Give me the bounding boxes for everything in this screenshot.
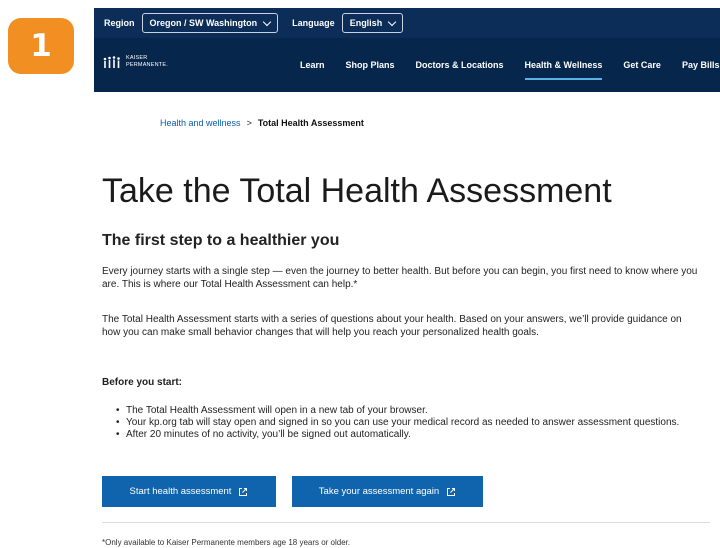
nav-item-shop-plans[interactable]: Shop Plans bbox=[346, 56, 395, 74]
nav-item-learn[interactable]: Learn bbox=[300, 56, 325, 74]
language-label: Language bbox=[292, 18, 335, 28]
breadcrumb-separator: > bbox=[246, 118, 252, 128]
kaiser-permanente-logo[interactable]: KAISER PERMANENTE. bbox=[102, 55, 168, 69]
before-you-start-heading: Before you start: bbox=[102, 377, 183, 388]
external-link-icon bbox=[239, 487, 248, 496]
breadcrumb: Health and wellness > Total Health Asses… bbox=[160, 118, 364, 128]
logo-line-2: PERMANENTE. bbox=[126, 62, 168, 68]
take-assessment-again-button[interactable]: Take your assessment again bbox=[292, 476, 483, 507]
instructions-list: The Total Health Assessment will open in… bbox=[116, 405, 706, 441]
again-button-label: Take your assessment again bbox=[318, 486, 440, 497]
region-select[interactable]: Oregon / SW Washington bbox=[141, 13, 279, 33]
kp-logo-icon bbox=[103, 55, 120, 68]
intro-paragraph: Every journey starts with a single step … bbox=[102, 266, 698, 290]
utility-bar: Region Oregon / SW Washington Language E… bbox=[94, 8, 720, 38]
nav-item-doctors-locations[interactable]: Doctors & Locations bbox=[416, 56, 504, 74]
step-number-badge: 1 bbox=[8, 18, 74, 74]
list-item: After 20 minutes of no activity, you’ll … bbox=[116, 429, 706, 441]
start-button-label: Start health assessment bbox=[129, 486, 232, 497]
eligibility-footnote: *Only available to Kaiser Permanente mem… bbox=[102, 538, 351, 547]
page-title: Take the Total Health Assessment bbox=[102, 172, 612, 210]
nav-items: Learn Shop Plans Doctors & Locations Hea… bbox=[300, 38, 720, 92]
list-item: Your kp.org tab will stay open and signe… bbox=[116, 417, 706, 429]
chevron-down-icon bbox=[387, 17, 397, 26]
main-navigation: KAISER PERMANENTE. Learn Shop Plans Doct… bbox=[94, 38, 720, 92]
external-link-icon bbox=[447, 487, 456, 496]
page-subtitle: The first step to a healthier you bbox=[102, 232, 340, 249]
breadcrumb-health-wellness-link[interactable]: Health and wellness bbox=[160, 118, 241, 128]
region-value: Oregon / SW Washington bbox=[149, 18, 258, 28]
breadcrumb-current: Total Health Assessment bbox=[257, 118, 364, 128]
nav-item-health-wellness[interactable]: Health & Wellness bbox=[524, 56, 602, 80]
chevron-down-icon bbox=[262, 17, 272, 26]
start-health-assessment-button[interactable]: Start health assessment bbox=[102, 476, 276, 507]
divider bbox=[102, 522, 710, 523]
logo-wordmark: KAISER PERMANENTE. bbox=[126, 55, 168, 69]
region-label: Region bbox=[104, 18, 135, 28]
description-paragraph: The Total Health Assessment starts with … bbox=[102, 314, 682, 338]
list-item: The Total Health Assessment will open in… bbox=[116, 405, 706, 417]
language-value: English bbox=[349, 18, 383, 28]
logo-line-1: KAISER bbox=[126, 55, 148, 61]
language-select[interactable]: English bbox=[341, 13, 404, 33]
nav-item-get-care[interactable]: Get Care bbox=[623, 56, 661, 74]
nav-item-pay-bills[interactable]: Pay Bills bbox=[682, 56, 720, 74]
